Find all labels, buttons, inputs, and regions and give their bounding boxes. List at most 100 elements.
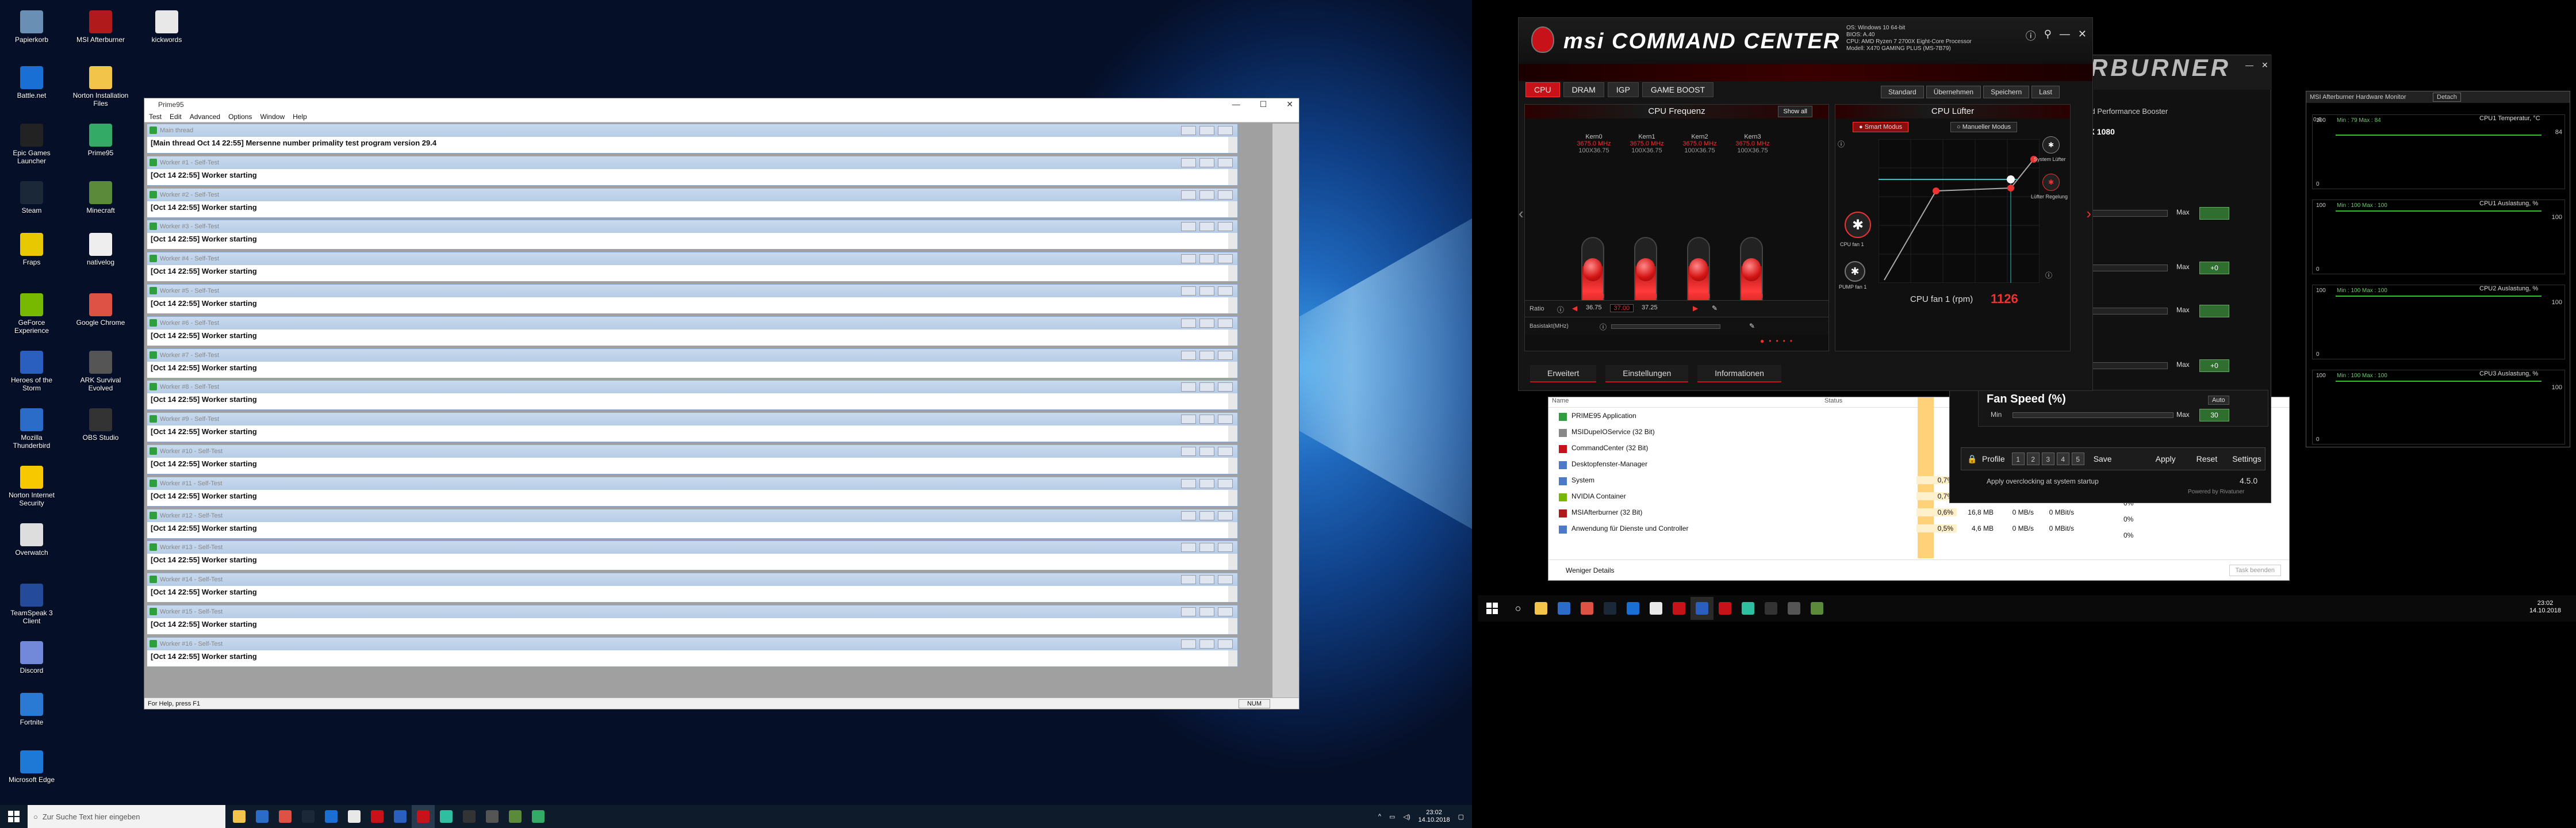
prime95-titlebar[interactable]: Prime95 — ☐ ✕ <box>144 98 1299 111</box>
maximize-icon[interactable] <box>1199 318 1214 328</box>
taskbar-afterburner[interactable] <box>366 805 389 828</box>
tab-igp[interactable]: IGP <box>1607 82 1639 97</box>
show-all-button[interactable]: Show all <box>1778 106 1812 117</box>
manual-mode-button[interactable]: ○ Manueller Modus <box>1950 122 2018 132</box>
taskbar-minecraft[interactable] <box>504 805 527 828</box>
worker-window[interactable]: Worker #3 - Self-Test [Oct 14 22:55] Work… <box>147 220 1238 250</box>
worker-window[interactable]: Worker #11 - Self-Test [Oct 14 22:55] Wor… <box>147 476 1238 507</box>
bottom-tab-informationen[interactable]: Informationen <box>1697 365 1781 382</box>
desktop-icon-minecraft[interactable]: Minecraft <box>72 181 129 214</box>
worker-window[interactable]: Worker #6 - Self-Test [Oct 14 22:55] Work… <box>147 316 1238 346</box>
desktop-icon-afterburner[interactable]: MSI Afterburner <box>72 10 129 44</box>
taskbar-battlenet[interactable] <box>1621 597 1644 620</box>
ratio-value[interactable]: 37.25 <box>1638 304 1661 312</box>
worker-window[interactable]: Worker #7 - Self-Test [Oct 14 22:55] Work… <box>147 348 1238 378</box>
desktop-icon-battlenet[interactable]: Battle.net <box>3 66 60 99</box>
minimize-icon[interactable] <box>1181 511 1196 520</box>
desktop-icon-thunderbird[interactable]: Mozilla Thunderbird <box>3 408 60 450</box>
maximize-icon[interactable] <box>1199 447 1214 456</box>
worker-window[interactable]: Worker #1 - Self-Test [Oct 14 22:55] Work… <box>147 155 1238 186</box>
settings-button[interactable]: Settings <box>2232 454 2261 463</box>
worker-window[interactable]: Worker #16 - Self-Test [Oct 14 22:55] Wor… <box>147 637 1238 667</box>
maximize-icon[interactable] <box>1199 158 1214 167</box>
taskbar-mail[interactable] <box>251 805 274 828</box>
taskbar-notepad[interactable] <box>343 805 366 828</box>
close-icon[interactable] <box>1218 222 1233 232</box>
fan-info-icon[interactable]: ⓘ <box>1838 139 1845 149</box>
smart-mode-button[interactable]: ● Smart Modus <box>1853 122 1909 132</box>
desktop-icon-fraps[interactable]: Fraps <box>3 233 60 266</box>
end-task-button[interactable]: Task beenden <box>2229 565 2281 576</box>
desktop-icon-folder[interactable]: Norton Installation Files <box>72 66 129 108</box>
monitor-graph[interactable]: CPU1 Auslastung, % Min : 100 Max : 100 100… <box>2312 200 2565 274</box>
maximize-icon[interactable] <box>1199 478 1214 488</box>
taskbar-obs[interactable] <box>1759 597 1782 620</box>
fan-curve-info-icon[interactable]: ⓘ <box>2045 270 2052 280</box>
monitor-graph[interactable]: CPU1 Temperatur, °C Min : 79 Max : 84 100 0… <box>2312 114 2565 189</box>
fan-speed-value[interactable]: 30 <box>2199 409 2229 421</box>
desktop-icon-discord[interactable]: Discord <box>3 641 60 674</box>
worker-window[interactable]: Worker #9 - Self-Test [Oct 14 22:55] Work… <box>147 412 1238 443</box>
worker-window[interactable]: Worker #2 - Self-Test [Oct 14 22:55] Work… <box>147 187 1238 218</box>
desktop-icon-text-file[interactable]: nativelog <box>72 233 129 266</box>
minimize-icon[interactable] <box>1181 254 1196 264</box>
taskbar-chrome[interactable] <box>274 805 297 828</box>
fewer-details-link[interactable]: Weniger Details <box>1566 566 1614 574</box>
info-icon[interactable]: ⓘ <box>2026 28 2036 43</box>
prime95-window[interactable]: Prime95 — ☐ ✕ Test Edit Advanced Options Win… <box>144 98 1300 710</box>
menu-test[interactable]: Test <box>149 113 162 121</box>
taskbar-afterburner[interactable] <box>1667 597 1690 620</box>
desktop-icon-fortnite[interactable]: Fortnite <box>3 693 60 726</box>
worker-window[interactable]: Worker #15 - Self-Test [Oct 14 22:55] Wor… <box>147 605 1238 635</box>
maximize-icon[interactable] <box>1199 382 1214 392</box>
maximize-icon[interactable] <box>1199 511 1214 520</box>
tab-dram[interactable]: DRAM <box>1563 82 1604 97</box>
minimize-icon[interactable] <box>1181 222 1196 232</box>
desktop-icon-ark[interactable]: ARK Survival Evolved <box>72 351 129 392</box>
minimize-icon[interactable] <box>1181 190 1196 200</box>
maximize-icon[interactable] <box>1199 415 1214 424</box>
apply-button[interactable]: Apply <box>2156 454 2176 463</box>
pump-fan-icon[interactable]: ✱ <box>1845 261 1865 282</box>
minimize-icon[interactable] <box>1181 382 1196 392</box>
close-icon[interactable] <box>1218 639 1233 649</box>
desktop-icon-edge[interactable]: Microsoft Edge <box>3 750 60 784</box>
clock-secondary[interactable]: 23:02 14.10.2018 <box>2529 600 2561 615</box>
taskbar-app[interactable] <box>1782 597 1805 620</box>
slider-knob[interactable] <box>1584 258 1602 282</box>
minimize-icon[interactable] <box>1181 415 1196 424</box>
taskbar-teamspeak[interactable] <box>1690 597 1713 620</box>
minimize-icon[interactable] <box>1181 158 1196 167</box>
taskbar-battlenet[interactable] <box>320 805 343 828</box>
taskbar-chrome[interactable] <box>1575 597 1598 620</box>
ratio-increase-button[interactable]: ▶ <box>1693 304 1698 312</box>
pin-icon[interactable]: ⚲ <box>2044 28 2052 43</box>
minimize-icon[interactable]: — <box>1232 99 1240 109</box>
maximize-icon[interactable] <box>1199 575 1214 585</box>
fan-curve-graph[interactable] <box>1879 139 2040 283</box>
close-icon[interactable] <box>1218 415 1233 424</box>
desktop-icon-norton[interactable]: Norton Internet Security <box>3 466 60 507</box>
close-icon[interactable] <box>1218 126 1233 135</box>
process-row[interactable]: Anwendung für Dienste und Controller 0,5%… <box>1548 520 2289 536</box>
desktop-icon-teamspeak[interactable]: TeamSpeak 3 Client <box>3 584 60 625</box>
close-icon[interactable] <box>1218 382 1233 392</box>
close-icon[interactable] <box>1218 286 1233 296</box>
maximize-icon[interactable] <box>1199 639 1214 649</box>
detach-button[interactable]: Detach <box>2433 93 2461 102</box>
close-icon[interactable] <box>1218 478 1233 488</box>
fan-speed-slider[interactable] <box>2012 412 2174 418</box>
ratio-value[interactable]: 36.75 <box>1582 304 1605 312</box>
desktop-icon-chrome[interactable]: Google Chrome <box>72 293 129 327</box>
process-row[interactable]: MSIAfterburner (32 Bit) 0,6% 16,8 MB 0 MB/s… <box>1548 504 2289 520</box>
msi-command-center-window[interactable]: msi COMMAND CENTER OS: Windows 10 64-bit… <box>1518 17 2093 391</box>
oc-value[interactable] <box>2199 207 2229 220</box>
bottom-tab-erweitert[interactable]: Erweitert <box>1530 365 1597 382</box>
bottom-tab-einstellungen[interactable]: Einstellungen <box>1605 365 1689 382</box>
close-icon[interactable]: ✕ <box>1286 99 1293 109</box>
close-icon[interactable]: ✕ <box>2078 28 2087 43</box>
menu-window[interactable]: Window <box>260 113 285 121</box>
ratio-edit-icon[interactable]: ✎ <box>1712 304 1718 312</box>
ratio-info-icon[interactable]: ⓘ <box>1557 305 1564 315</box>
taskbar-file-explorer[interactable] <box>228 805 251 828</box>
